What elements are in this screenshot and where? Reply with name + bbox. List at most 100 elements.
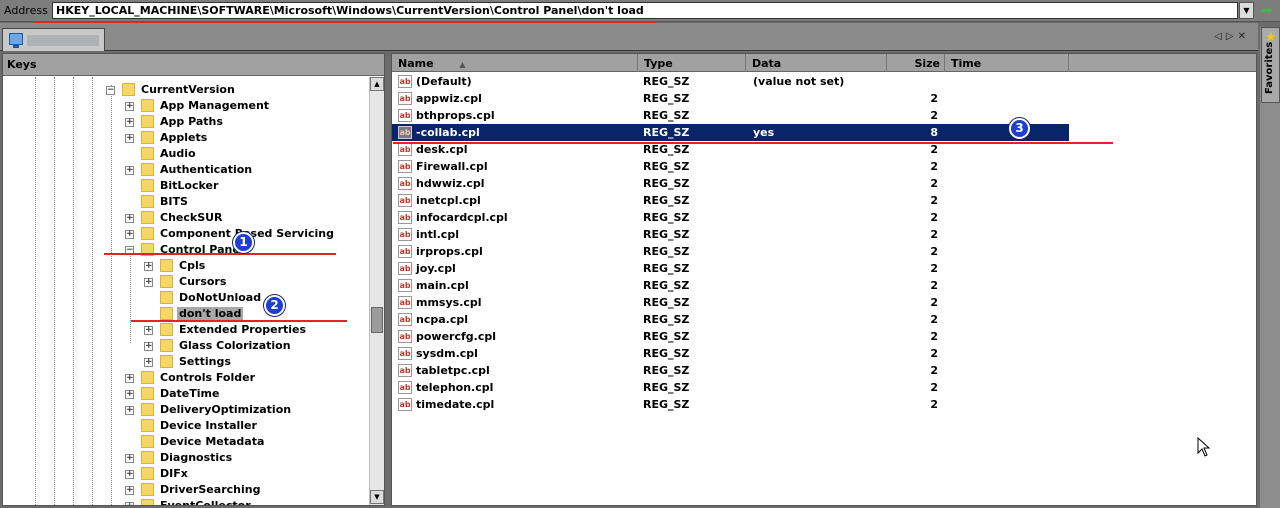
expand-icon[interactable]: + (125, 230, 134, 239)
cell-type: REG_SZ (643, 211, 690, 224)
values-panel: Name ▲ Type Data Size Time ab (Default) RE… (391, 53, 1257, 506)
expand-icon[interactable]: + (125, 102, 134, 111)
expand-icon[interactable]: + (125, 470, 134, 479)
address-input[interactable]: HKEY_LOCAL_MACHINE\SOFTWARE\Microsoft\Wi… (52, 2, 1238, 19)
cell-size: 2 (930, 296, 938, 309)
expand-icon[interactable]: + (144, 278, 153, 287)
folder-icon (141, 435, 154, 448)
expand-icon[interactable]: + (125, 486, 134, 495)
chevron-down-icon[interactable]: ▼ (1239, 2, 1254, 19)
column-data[interactable]: Data (746, 54, 887, 72)
expand-icon[interactable]: + (144, 358, 153, 367)
scroll-up-icon[interactable]: ▲ (370, 77, 384, 91)
favorites-label: Favorites (1264, 41, 1275, 94)
expand-icon[interactable]: + (125, 390, 134, 399)
sort-asc-icon: ▲ (459, 60, 466, 69)
tab-prev-icon[interactable]: ◁ (1214, 31, 1226, 42)
go-arrow-icon[interactable]: ➦ (1258, 2, 1276, 19)
folder-icon (122, 83, 135, 96)
cell-size: 2 (930, 381, 938, 394)
cell-type: REG_SZ (643, 296, 690, 309)
table-row[interactable]: ab joy.cpl REG_SZ 2 (392, 260, 1069, 277)
cell-name: hdwwiz.cpl (416, 177, 485, 190)
close-icon[interactable]: ✕ (1238, 31, 1250, 42)
column-name[interactable]: Name ▲ (392, 54, 638, 72)
key-tree[interactable]: − CurrentVersion + App Management + App Paths… (3, 77, 369, 505)
expand-icon[interactable]: + (144, 342, 153, 351)
tab-computer[interactable] (2, 28, 105, 51)
tree-node-label: App Management (160, 99, 270, 112)
ab-string-value-icon: ab (398, 296, 412, 309)
cell-name: appwiz.cpl (416, 92, 482, 105)
table-row[interactable]: ab mmsys.cpl REG_SZ 2 (392, 294, 1069, 311)
favorites-tab[interactable]: ★ Favorites (1261, 27, 1280, 103)
table-row[interactable]: ab ncpa.cpl REG_SZ 2 (392, 311, 1069, 328)
cell-size: 8 (930, 126, 938, 139)
ab-string-value-icon: ab (398, 109, 412, 122)
collapse-icon[interactable]: − (106, 86, 115, 95)
ab-string-value-icon: ab (398, 228, 412, 241)
cell-size: 2 (930, 143, 938, 156)
cell-name: (Default) (416, 75, 472, 88)
tree-node-label: Controls Folder (160, 371, 256, 384)
expand-icon[interactable]: + (144, 326, 153, 335)
tab-controls: ◁▷✕ (1214, 31, 1250, 42)
cell-name: ncpa.cpl (416, 313, 468, 326)
cell-type: REG_SZ (643, 228, 690, 241)
column-type[interactable]: Type (638, 54, 746, 72)
expand-icon[interactable]: + (125, 214, 134, 223)
table-row[interactable]: ab appwiz.cpl REG_SZ 2 (392, 90, 1069, 107)
scroll-thumb[interactable] (371, 307, 383, 333)
tree-node-label: BITS (160, 195, 188, 208)
table-row[interactable]: ab sysdm.cpl REG_SZ 2 (392, 345, 1069, 362)
table-row[interactable]: ab intl.cpl REG_SZ 2 (392, 226, 1069, 243)
tree-node-label: Applets (160, 131, 208, 144)
tree-node-label: DriverSearching (160, 483, 261, 496)
tree-node-label: Diagnostics (160, 451, 233, 464)
expand-icon[interactable]: + (125, 118, 134, 127)
table-row[interactable]: ab bthprops.cpl REG_SZ 2 (392, 107, 1069, 124)
keys-panel: Keys − CurrentVersion + App Management + App … (2, 53, 385, 506)
tree-node-label: Cpls (179, 259, 206, 272)
table-row[interactable]: ab timedate.cpl REG_SZ 2 (392, 396, 1069, 413)
ab-string-value-icon: ab (398, 245, 412, 258)
table-row[interactable]: ab inetcpl.cpl REG_SZ 2 (392, 192, 1069, 209)
cell-name: main.cpl (416, 279, 469, 292)
cell-size: 2 (930, 245, 938, 258)
ab-string-value-icon: ab (398, 92, 412, 105)
table-row[interactable]: ab Firewall.cpl REG_SZ 2 (392, 158, 1069, 175)
table-row[interactable]: ab telephon.cpl REG_SZ 2 (392, 379, 1069, 396)
table-row[interactable]: ab powercfg.cpl REG_SZ 2 (392, 328, 1069, 345)
expand-icon[interactable]: + (125, 454, 134, 463)
cell-data: yes (753, 126, 775, 139)
cell-type: REG_SZ (643, 126, 690, 139)
table-row[interactable]: ab irprops.cpl REG_SZ 2 (392, 243, 1069, 260)
expand-icon[interactable]: + (125, 502, 134, 505)
column-size[interactable]: Size (887, 54, 945, 72)
column-time[interactable]: Time (945, 54, 1069, 72)
ab-string-value-icon: ab (398, 347, 412, 360)
tree-node-label: Extended Properties (179, 323, 307, 336)
expand-icon[interactable]: + (125, 406, 134, 415)
folder-icon (141, 195, 154, 208)
tab-next-icon[interactable]: ▷ (1226, 31, 1238, 42)
expand-icon[interactable]: + (125, 374, 134, 383)
folder-icon (141, 227, 154, 240)
table-row[interactable]: ab hdwwiz.cpl REG_SZ 2 (392, 175, 1069, 192)
cell-type: REG_SZ (643, 330, 690, 343)
table-row[interactable]: ab infocardcpl.cpl REG_SZ 2 (392, 209, 1069, 226)
table-row[interactable]: ab -collab.cpl REG_SZ yes 8 (392, 124, 1069, 141)
cell-type: REG_SZ (643, 262, 690, 275)
folder-icon (141, 179, 154, 192)
table-row[interactable]: ab (Default) REG_SZ (value not set) (392, 73, 1069, 90)
table-row[interactable]: ab main.cpl REG_SZ 2 (392, 277, 1069, 294)
expand-icon[interactable]: + (125, 166, 134, 175)
scroll-down-icon[interactable]: ▼ (370, 490, 384, 504)
tree-scrollbar[interactable]: ▲ ▼ (369, 77, 384, 505)
expand-icon[interactable]: + (144, 262, 153, 271)
cell-size: 2 (930, 160, 938, 173)
table-row[interactable]: ab tabletpc.cpl REG_SZ 2 (392, 362, 1069, 379)
expand-icon[interactable]: + (125, 134, 134, 143)
folder-icon (160, 323, 173, 336)
cell-name: telephon.cpl (416, 381, 494, 394)
